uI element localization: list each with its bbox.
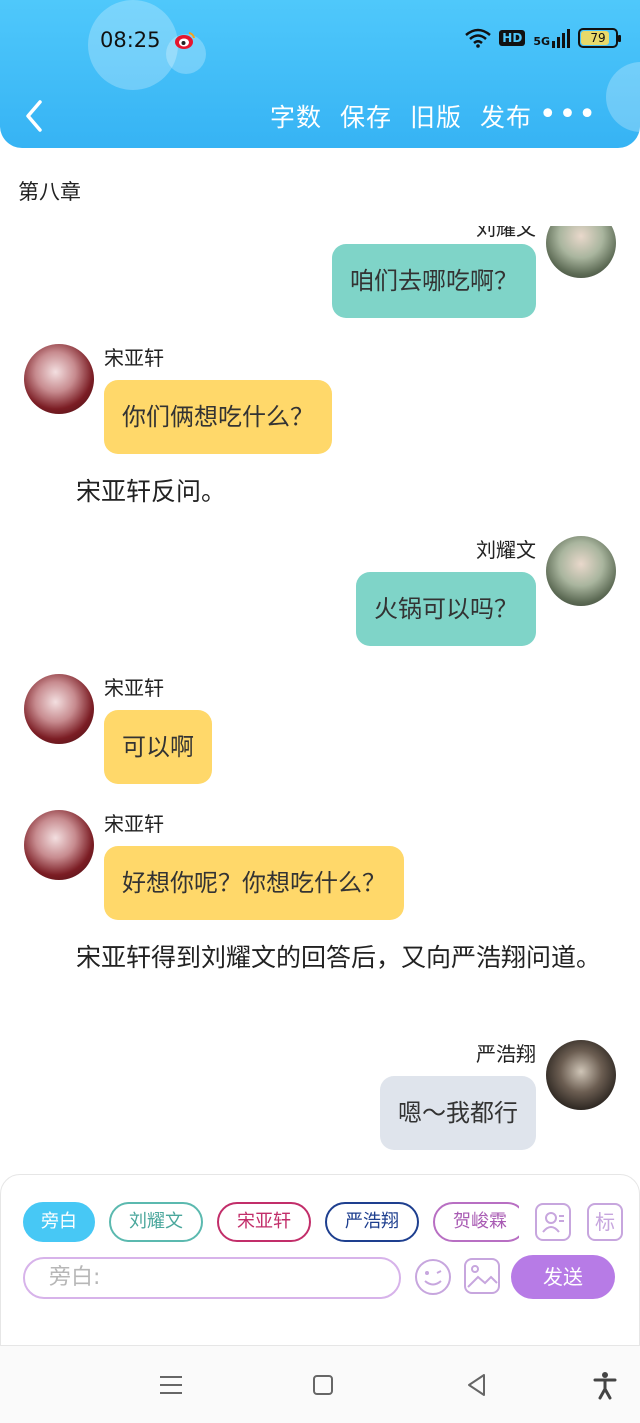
avatar[interactable] (546, 226, 616, 278)
chat-bubble[interactable]: 好想你呢？你想吃什么？ (104, 846, 404, 920)
message-input[interactable]: 旁白: (23, 1257, 401, 1299)
battery-icon: 79 (578, 28, 621, 48)
publish-button[interactable]: 发布 (480, 98, 532, 134)
person-card-icon[interactable] (535, 1203, 571, 1241)
role-chip-liu[interactable]: 刘耀文 (109, 1202, 203, 1242)
word-count-button[interactable]: 字数 (270, 98, 322, 134)
chat-bubble[interactable]: 可以啊 (104, 710, 212, 784)
role-chip-narration[interactable]: 旁白 (23, 1202, 95, 1242)
status-icons: HD 5G 79 (465, 28, 621, 48)
avatar[interactable] (24, 344, 94, 414)
hd-icon: HD (499, 30, 526, 46)
message-right: 严浩翔 嗯～我都行 (0, 1038, 640, 1158)
role-chip-song[interactable]: 宋亚轩 (217, 1202, 311, 1242)
chapter-title: 第八章 (18, 180, 81, 204)
chat-bubble[interactable]: 嗯～我都行 (380, 1076, 536, 1150)
composer-panel: 旁白 刘耀文 宋亚轩 严浩翔 贺峻霖 标 旁白: 发送 (0, 1174, 640, 1346)
message-left: 宋亚轩 好想你呢？你想吃什么？ (0, 808, 640, 928)
speaker-name: 宋亚轩 (104, 346, 164, 370)
speaker-name: 宋亚轩 (104, 676, 164, 700)
avatar[interactable] (24, 810, 94, 880)
narration-text[interactable]: 宋亚轩反问。 (76, 472, 226, 512)
speaker-name: 刘耀文 (476, 226, 536, 240)
weibo-icon (175, 32, 195, 49)
message-right: 刘耀文 咱们去哪吃啊？ (0, 226, 640, 326)
message-left: 宋亚轩 可以啊 (0, 672, 640, 792)
more-icon[interactable]: ••• (539, 100, 598, 130)
narration-text[interactable]: 宋亚轩得到刘耀文的回答后，又向严浩翔问道。 (26, 938, 606, 978)
accessibility-icon[interactable] (590, 1370, 620, 1400)
speaker-name: 宋亚轩 (104, 812, 164, 836)
chat-bubble[interactable]: 火锅可以吗？ (356, 572, 536, 646)
chat-area[interactable]: 刘耀文 咱们去哪吃啊？ 宋亚轩 你们俩想吃什么？ 宋亚轩反问。 刘耀文 火锅可以… (0, 226, 640, 1166)
send-button[interactable]: 发送 (511, 1255, 615, 1299)
role-chip-yan[interactable]: 严浩翔 (325, 1202, 419, 1242)
system-nav-bar (0, 1346, 640, 1423)
status-time: 08:25 (100, 28, 161, 52)
image-icon[interactable] (463, 1257, 501, 1295)
back-button[interactable] (20, 96, 50, 136)
signal-5g-icon: 5G (533, 28, 570, 48)
message-right: 刘耀文 火锅可以吗？ (0, 534, 640, 654)
role-chip-he[interactable]: 贺峻霖 (433, 1202, 519, 1242)
save-button[interactable]: 保存 (340, 98, 392, 134)
wifi-icon (465, 28, 492, 48)
top-header: 08:25 HD 5G 79 字数 保存 旧版 发布 ••• (0, 0, 640, 148)
speaker-name: 严浩翔 (476, 1042, 536, 1066)
mark-button[interactable]: 标 (587, 1203, 623, 1241)
avatar[interactable] (24, 674, 94, 744)
speaker-name: 刘耀文 (476, 538, 536, 562)
chat-bubble[interactable]: 你们俩想吃什么？ (104, 380, 332, 454)
chat-bubble[interactable]: 咱们去哪吃啊？ (332, 244, 536, 318)
role-selector: 旁白 刘耀文 宋亚轩 严浩翔 贺峻霖 (23, 1202, 519, 1244)
back-triangle-icon[interactable] (462, 1370, 492, 1400)
person-card-icon-glyph (542, 1212, 564, 1233)
menu-icon[interactable] (156, 1370, 186, 1400)
message-left: 宋亚轩 你们俩想吃什么？ (0, 342, 640, 462)
header-actions: 字数 保存 旧版 发布 (270, 98, 532, 134)
emoji-icon[interactable] (413, 1257, 453, 1297)
avatar[interactable] (546, 1040, 616, 1110)
home-square-icon[interactable] (308, 1370, 338, 1400)
old-version-button[interactable]: 旧版 (410, 98, 462, 134)
avatar[interactable] (546, 536, 616, 606)
decor-bubble-right (606, 62, 640, 132)
